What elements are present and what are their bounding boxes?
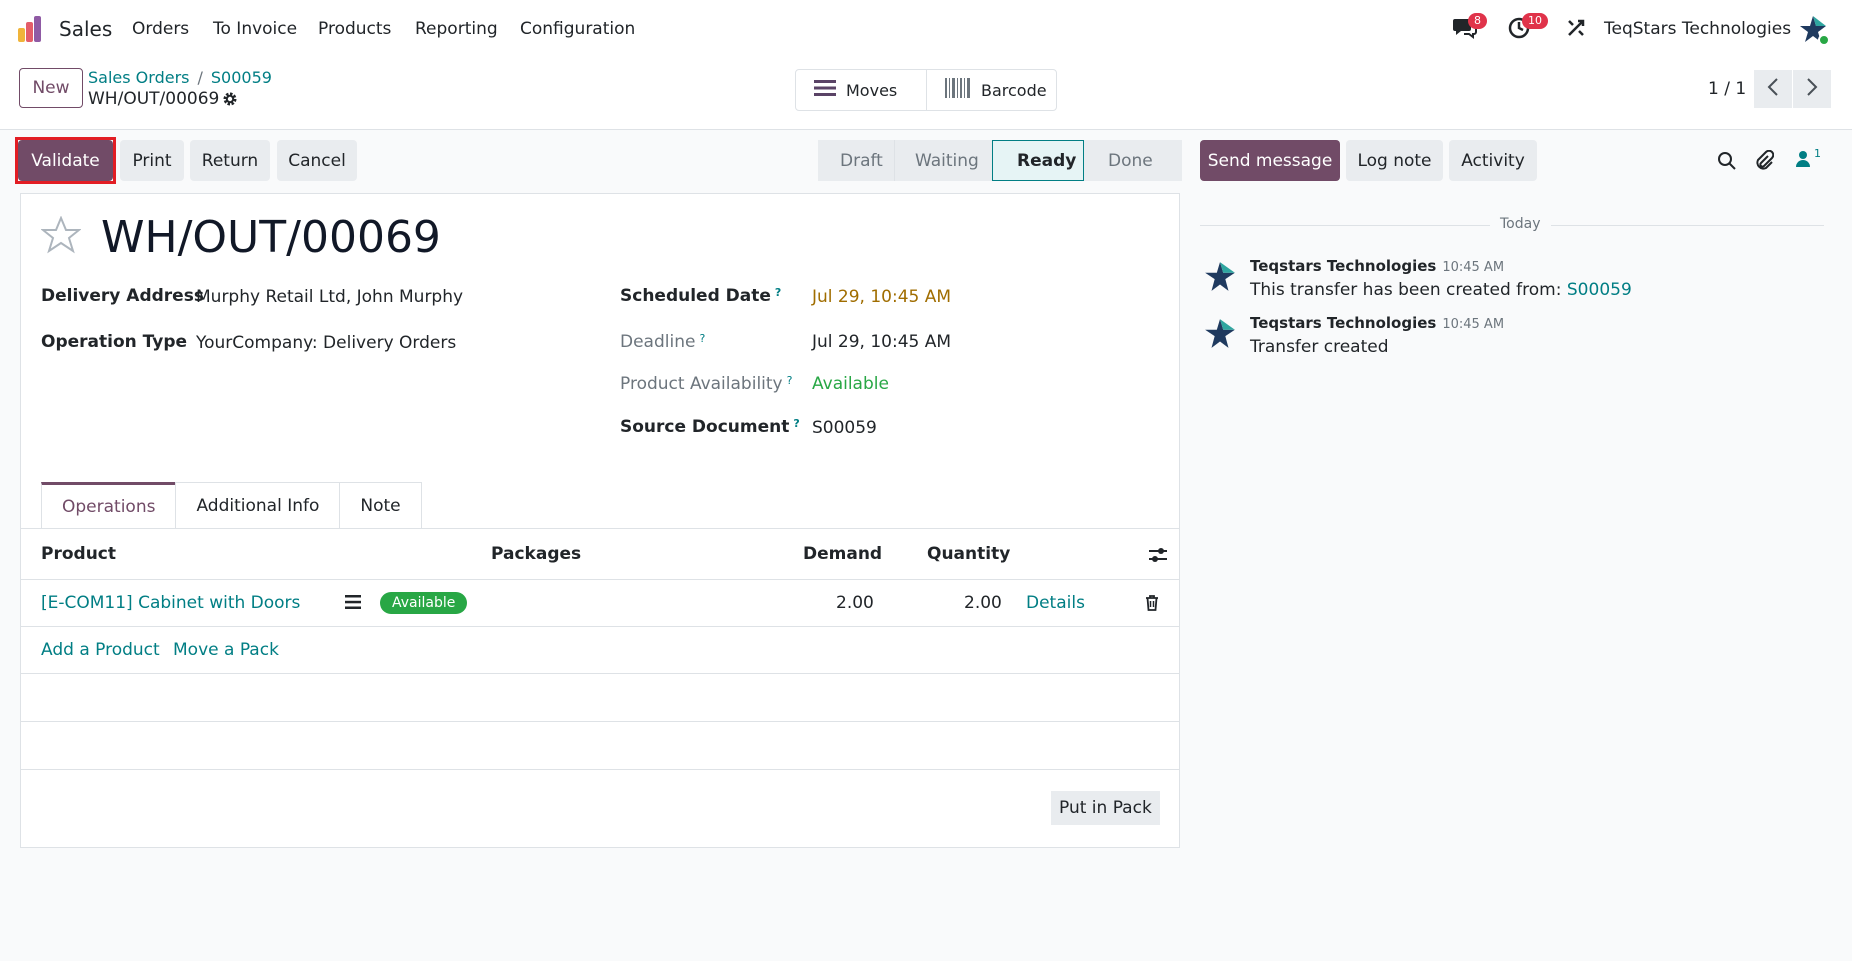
followers-icon[interactable] (1795, 150, 1811, 173)
operation-type-label: Operation Type (41, 332, 188, 352)
moves-smart-button[interactable]: Moves (796, 70, 926, 110)
message-author[interactable]: Teqstars Technologies 10:45 AM (1250, 257, 1504, 275)
add-product-link[interactable]: Add a Product (41, 640, 160, 660)
message-time: 10:45 AM (1442, 260, 1505, 275)
pager-value[interactable]: 1 / 1 (1708, 79, 1746, 99)
message-body: Transfer created (1250, 337, 1389, 357)
debug-tools-icon[interactable] (1566, 18, 1586, 43)
help-tooltip-icon[interactable]: ? (775, 286, 781, 299)
status-bar: Draft Waiting Ready Done (818, 140, 1182, 181)
breadcrumb: Sales Orders / S00059 (88, 68, 272, 87)
stage-ready[interactable]: Ready (992, 140, 1084, 181)
control-panel: New Sales Orders / S00059 WH/OUT/00069 Mov… (0, 58, 1852, 130)
delivery-address-label: Delivery Address (41, 286, 204, 306)
product-availability-label: Product Availability? (620, 374, 793, 394)
pager-next-button[interactable] (1793, 70, 1831, 108)
scheduled-date-value[interactable]: Jul 29, 10:45 AM (812, 287, 951, 307)
message-author[interactable]: Teqstars Technologies 10:45 AM (1250, 314, 1504, 332)
tab-operations[interactable]: Operations (41, 482, 177, 529)
breadcrumb-s00059[interactable]: S00059 (211, 68, 272, 87)
source-document-value[interactable]: S00059 (812, 418, 877, 438)
column-settings-icon[interactable] (1148, 546, 1168, 569)
tab-additional-info[interactable]: Additional Info (175, 482, 341, 529)
smart-buttons: Moves Barcode (795, 69, 1057, 111)
help-tooltip-icon[interactable]: ? (699, 332, 705, 345)
barcode-label: Barcode (981, 80, 1047, 100)
stage-draft[interactable]: Draft (818, 140, 894, 181)
stage-waiting[interactable]: Waiting (894, 140, 992, 181)
trash-icon[interactable] (1145, 595, 1159, 616)
author-avatar-icon[interactable] (1203, 317, 1237, 356)
gear-icon[interactable] (222, 91, 238, 112)
message-time: 10:45 AM (1442, 317, 1505, 332)
column-product[interactable]: Product (41, 544, 116, 564)
activity-button[interactable]: Activity (1449, 140, 1537, 181)
top-navbar: Sales Orders To Invoice Products Reporti… (0, 0, 1852, 58)
app-name[interactable]: Sales (59, 17, 112, 41)
paperclip-icon[interactable] (1754, 149, 1775, 177)
company-switcher[interactable]: TeqStars Technologies (1604, 19, 1791, 39)
help-tooltip-icon[interactable]: ? (793, 417, 799, 430)
delivery-address-value[interactable]: Murphy Retail Ltd, John Murphy (196, 287, 463, 307)
barcode-icon (945, 78, 971, 102)
app-logo-icon[interactable] (18, 16, 48, 42)
form-title: WH/OUT/00069 (101, 212, 441, 263)
row-details-button[interactable]: Details (1026, 593, 1085, 613)
menu-to-invoice[interactable]: To Invoice (213, 19, 297, 39)
search-icon[interactable] (1717, 151, 1737, 176)
table-top-border (21, 528, 1179, 529)
scheduled-date-label: Scheduled Date? (620, 286, 782, 306)
followers-count: 1 (1814, 147, 1821, 160)
validate-highlight (15, 137, 116, 184)
menu-products[interactable]: Products (318, 19, 391, 39)
pager-previous-button[interactable] (1754, 70, 1792, 108)
moves-label: Moves (846, 80, 898, 100)
send-message-button[interactable]: Send message (1200, 140, 1340, 181)
deadline-label: Deadline? (620, 332, 706, 352)
new-button[interactable]: New (19, 68, 83, 108)
chevron-left-icon (1767, 77, 1779, 101)
stage-done[interactable]: Done (1084, 140, 1182, 181)
log-note-button[interactable]: Log note (1346, 140, 1443, 181)
source-document-label: Source Document? (620, 417, 800, 437)
message-body: This transfer has been created from: S00… (1250, 280, 1632, 300)
print-button[interactable]: Print (120, 140, 184, 181)
column-packages[interactable]: Packages (491, 544, 581, 564)
help-tooltip-icon[interactable]: ? (787, 374, 793, 387)
user-avatar-icon[interactable] (1798, 14, 1830, 51)
star-icon[interactable] (40, 215, 82, 259)
deadline-value: Jul 29, 10:45 AM (812, 332, 952, 352)
status-badge: Available (380, 592, 468, 614)
breadcrumb-sales-orders[interactable]: Sales Orders (88, 68, 189, 87)
date-separator-label: Today (1490, 216, 1551, 232)
row-demand[interactable]: 2.00 (836, 593, 874, 613)
record-name: WH/OUT/00069 (88, 89, 220, 109)
put-in-pack-button[interactable]: Put in Pack (1051, 791, 1160, 825)
chevron-right-icon (1806, 77, 1818, 101)
menu-configuration[interactable]: Configuration (520, 19, 635, 39)
activities-count-badge: 10 (1522, 13, 1548, 29)
notebook-tabs: Operations Additional Info Note (41, 482, 422, 529)
row-quantity[interactable]: 2.00 (964, 593, 1002, 613)
tab-note[interactable]: Note (339, 482, 422, 529)
return-button[interactable]: Return (190, 140, 270, 181)
row-product[interactable]: [E-COM11] Cabinet with Doors (41, 593, 300, 613)
list-icon (814, 79, 836, 101)
detailed-operations-list-icon[interactable] (345, 594, 361, 615)
operation-type-value[interactable]: YourCompany: Delivery Orders (196, 333, 456, 353)
product-availability-value: Available (812, 374, 889, 394)
column-quantity[interactable]: Quantity (927, 544, 1010, 564)
move-pack-link[interactable]: Move a Pack (173, 640, 279, 660)
messages-count-badge: 8 (1468, 13, 1487, 29)
author-avatar-icon[interactable] (1203, 260, 1237, 299)
menu-reporting[interactable]: Reporting (415, 19, 498, 39)
column-demand[interactable]: Demand (803, 544, 882, 564)
form-sheet: WH/OUT/00069 Delivery Address Murphy Ret… (20, 193, 1180, 848)
barcode-smart-button[interactable]: Barcode (926, 70, 1056, 110)
cancel-button[interactable]: Cancel (277, 140, 357, 181)
message-source-link[interactable]: S00059 (1567, 280, 1632, 300)
menu-orders[interactable]: Orders (132, 19, 189, 39)
